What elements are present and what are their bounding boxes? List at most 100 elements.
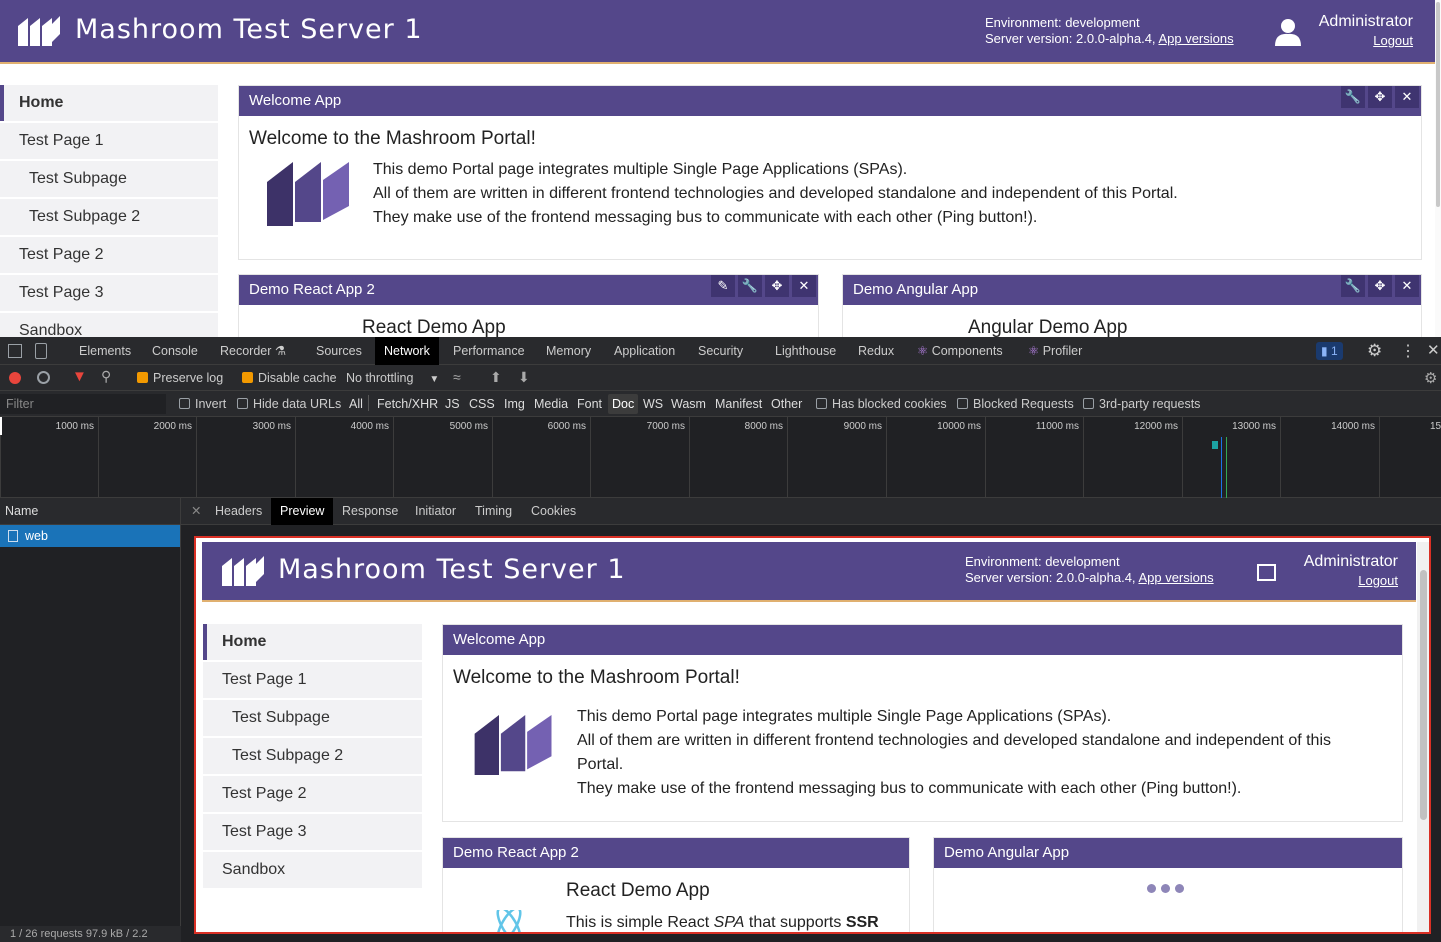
tab-lighthouse[interactable]: Lighthouse [775,337,836,365]
search-icon[interactable]: ⚲ [101,368,111,385]
close-icon[interactable]: ✕ [191,498,201,525]
third-party-checkbox[interactable]: 3rd-party requests [1083,397,1200,411]
preview-nav-sandbox[interactable]: Sandbox [203,852,422,888]
tab-recorder[interactable]: Recorder ⚗ [220,337,286,365]
name-column-header[interactable]: Name [0,498,180,525]
type-ws[interactable]: WS [643,397,663,411]
logout-link[interactable]: Logout [1315,33,1413,48]
network-conditions-icon[interactable]: ≈ [453,369,461,385]
nav-item-test-subpage-2[interactable]: Test Subpage 2 [0,199,218,235]
nav-item-test-subpage[interactable]: Test Subpage [0,161,218,197]
nav-item-test-page-1[interactable]: Test Page 1 [0,123,218,159]
close-icon[interactable]: ✕ [1395,275,1419,297]
type-js[interactable]: JS [445,397,460,411]
record-icon[interactable] [9,372,21,384]
close-icon[interactable]: ✕ [792,275,816,297]
preview-nav-test-page-3[interactable]: Test Page 3 [203,814,422,850]
checkbox-unchecked[interactable] [957,398,968,409]
tab-cookies[interactable]: Cookies [531,498,576,525]
tab-components[interactable]: ⚛ Components [917,337,1003,365]
move-icon[interactable]: ✥ [1368,86,1392,108]
scrollbar-thumb[interactable] [1436,2,1440,207]
tab-headers[interactable]: Headers [215,498,262,525]
close-icon[interactable]: ✕ [1427,341,1440,359]
scrollbar-thumb[interactable] [1420,570,1427,820]
hide-data-urls-checkbox[interactable]: Hide data URLs [237,397,341,411]
tab-memory[interactable]: Memory [546,337,591,365]
wrench-icon[interactable]: 🔧 [1341,86,1365,108]
preview-nav-home[interactable]: Home [203,624,422,660]
tab-response[interactable]: Response [342,498,398,525]
type-img[interactable]: Img [504,397,525,411]
nav-item-test-page-2[interactable]: Test Page 2 [0,237,218,273]
app-versions-link[interactable]: App versions [1158,31,1233,46]
checkbox-unchecked[interactable] [816,398,827,409]
checkbox-checked[interactable] [137,372,148,383]
device-toggle-icon[interactable] [35,343,47,359]
network-timeline[interactable]: 1000 ms 2000 ms 3000 ms 4000 ms 5000 ms … [0,417,1441,498]
throttling-select[interactable]: No throttling ▼ [346,371,439,385]
inspect-icon[interactable] [8,344,22,358]
wrench-icon[interactable]: 🔧 [738,275,762,297]
type-all[interactable]: All [349,397,363,411]
move-icon[interactable]: ✥ [765,275,789,297]
request-row[interactable]: web [0,525,180,547]
tab-timing[interactable]: Timing [475,498,512,525]
type-other[interactable]: Other [771,397,802,411]
tab-console[interactable]: Console [152,337,198,365]
portal-scrollbar[interactable] [1435,0,1441,337]
filter-icon[interactable]: ▼ [72,368,87,385]
tab-preview[interactable]: Preview [271,498,334,525]
type-media[interactable]: Media [534,397,568,411]
preserve-log-checkbox[interactable]: Preserve log [137,371,223,385]
checkbox-unchecked[interactable] [237,398,248,409]
tab-network[interactable]: Network [375,337,439,365]
checkbox-unchecked[interactable] [1083,398,1094,409]
type-fetch-xhr[interactable]: Fetch/XHR [377,397,438,411]
has-blocked-cookies-checkbox[interactable]: Has blocked cookies [816,397,947,411]
tab-initiator[interactable]: Initiator [415,498,456,525]
wrench-icon[interactable]: 🔧 [1341,275,1365,297]
gear-icon[interactable]: ⚙ [1424,369,1437,387]
type-css[interactable]: CSS [469,397,495,411]
type-font[interactable]: Font [577,397,602,411]
preview-angular-titlebar: Demo Angular App [934,838,1402,868]
close-icon[interactable]: ✕ [1395,86,1419,108]
blocked-requests-checkbox[interactable]: Blocked Requests [957,397,1074,411]
preview-nav-test-subpage-2[interactable]: Test Subpage 2 [203,738,422,774]
preview-react-titlebar: Demo React App 2 [443,838,909,868]
tab-performance[interactable]: Performance [453,337,525,365]
tab-sources[interactable]: Sources [316,337,362,365]
preview-scrollbar[interactable] [1417,542,1429,932]
preview-nav-test-page-1[interactable]: Test Page 1 [203,662,422,698]
portal-page: Mashroom Test Server 1 Environment: deve… [0,0,1441,337]
checkbox-unchecked[interactable] [179,398,190,409]
download-icon[interactable]: ⬇ [518,369,530,386]
type-doc[interactable]: Doc [608,394,639,414]
pencil-icon[interactable]: ✎ [711,275,735,297]
tab-application[interactable]: Application [614,337,675,365]
type-wasm[interactable]: Wasm [671,397,706,411]
clear-icon[interactable] [37,371,50,384]
more-options-icon[interactable]: ⋮ [1400,341,1416,361]
gear-icon[interactable]: ⚙ [1367,341,1382,361]
preview-nav-test-subpage[interactable]: Test Subpage [203,700,422,736]
preview-app-versions-link[interactable]: App versions [1138,570,1213,585]
upload-icon[interactable]: ⬆ [490,369,502,386]
preview-nav-test-page-2[interactable]: Test Page 2 [203,776,422,812]
tab-elements[interactable]: Elements [79,337,131,365]
issues-badge[interactable]: ▮ 1 [1316,342,1343,360]
tab-security[interactable]: Security [698,337,743,365]
invert-checkbox[interactable]: Invert [179,397,226,411]
tab-redux[interactable]: Redux [858,337,894,365]
nav-item-home[interactable]: Home [0,85,218,121]
type-manifest[interactable]: Manifest [715,397,762,411]
tab-profiler[interactable]: ⚛ Profiler [1028,337,1082,365]
checkbox-checked[interactable] [242,372,253,383]
filter-input[interactable]: Filter [0,394,166,414]
nav-item-sandbox[interactable]: Sandbox [0,313,218,337]
disable-cache-checkbox[interactable]: Disable cache [242,371,337,385]
nav-item-test-page-3[interactable]: Test Page 3 [0,275,218,311]
preview-logout-link[interactable]: Logout [1282,573,1398,588]
move-icon[interactable]: ✥ [1368,275,1392,297]
